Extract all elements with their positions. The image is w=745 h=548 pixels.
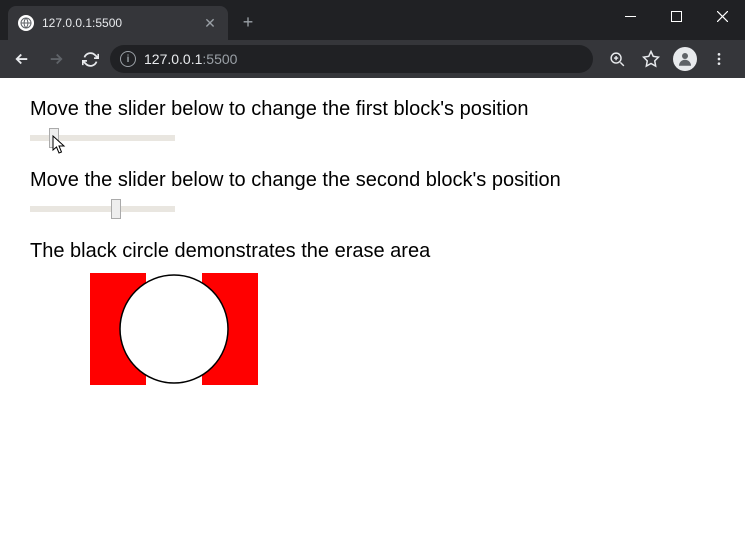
profile-avatar[interactable] [673,47,697,71]
close-tab-icon[interactable]: ✕ [202,15,218,31]
demo-canvas [90,273,258,385]
slider-1-label: Move the slider below to change the firs… [30,98,715,121]
browser-chrome: 127.0.0.1:5500 ✕ + i 12 [0,0,745,78]
canvas-demo [90,273,715,390]
forward-button[interactable] [42,45,70,73]
titlebar: 127.0.0.1:5500 ✕ + [0,0,745,40]
close-window-button[interactable] [699,0,745,32]
window-controls [607,0,745,32]
browser-toolbar: i 127.0.0.1:5500 [0,40,745,78]
url-host: 127.0.0.1 [144,51,202,67]
new-tab-button[interactable]: + [234,8,262,36]
menu-icon[interactable] [707,47,731,71]
zoom-icon[interactable] [605,47,629,71]
slider-1-row [30,127,715,149]
slider-2-row [30,198,715,220]
slider-2-label: Move the slider below to change the seco… [30,169,715,192]
toolbar-right [599,47,737,71]
maximize-button[interactable] [653,0,699,32]
url-port: :5500 [202,51,237,67]
minimize-button[interactable] [607,0,653,32]
back-button[interactable] [8,45,36,73]
url-text: 127.0.0.1:5500 [144,51,237,67]
erase-area-label: The black circle demonstrates the erase … [30,240,715,263]
globe-icon [18,15,34,31]
browser-tab[interactable]: 127.0.0.1:5500 ✕ [8,6,228,40]
site-info-icon[interactable]: i [120,51,136,67]
address-bar[interactable]: i 127.0.0.1:5500 [110,45,593,73]
reload-button[interactable] [76,45,104,73]
slider-2[interactable] [30,206,175,212]
bookmark-icon[interactable] [639,47,663,71]
slider-1[interactable] [30,135,175,141]
page-content: Move the slider below to change the firs… [0,78,745,410]
tab-title: 127.0.0.1:5500 [42,16,194,30]
